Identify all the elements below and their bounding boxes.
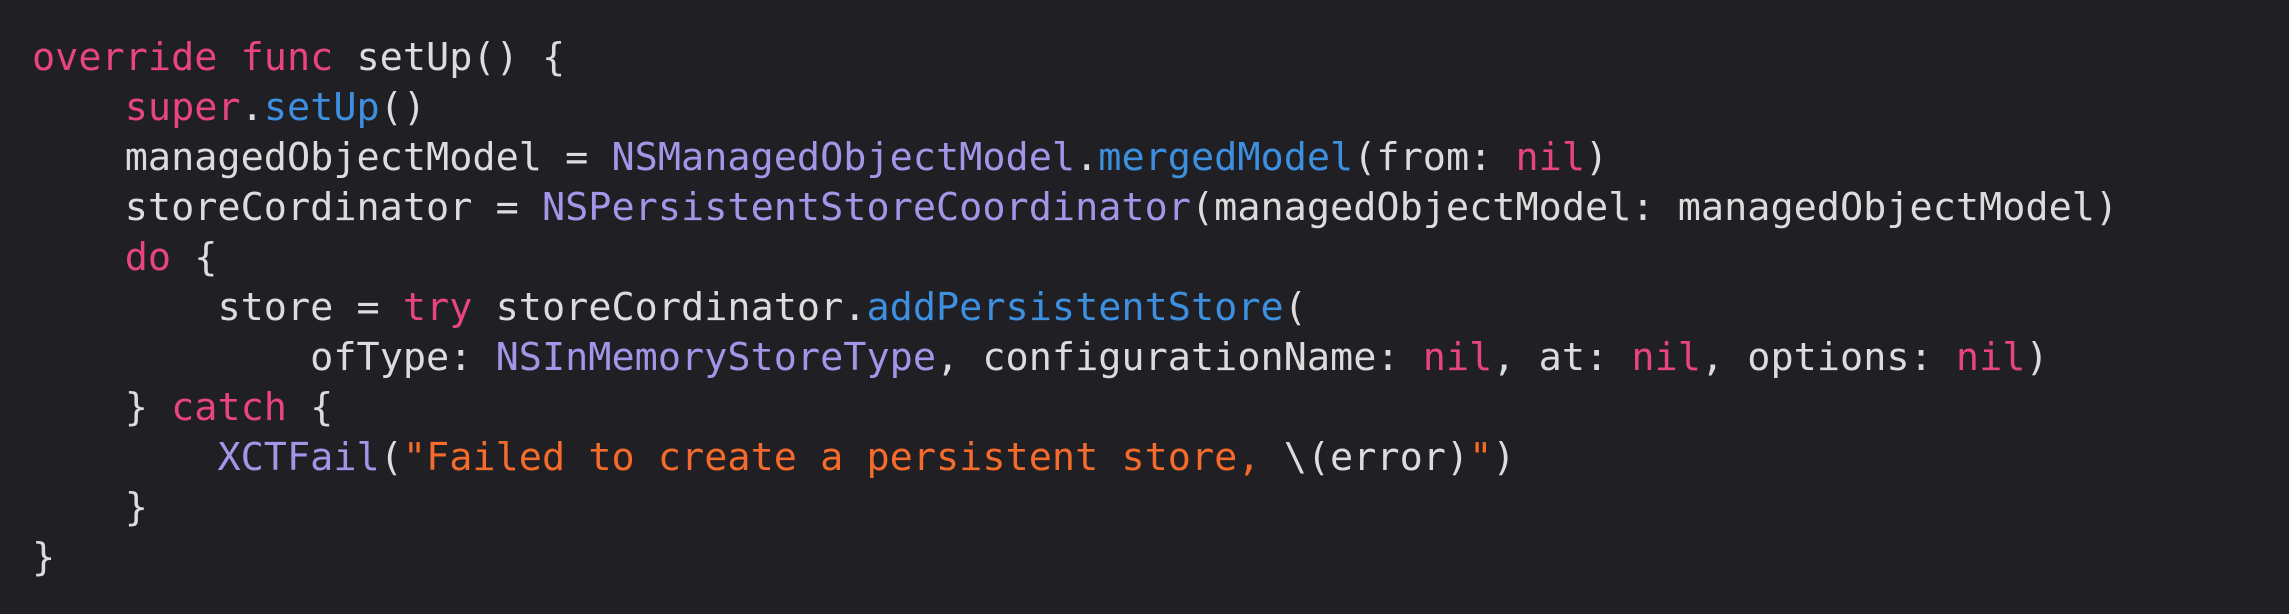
code-line: super.setUp()	[32, 83, 2289, 133]
code-token-kw: try	[402, 285, 473, 330]
code-line: store = try storeCordinator.addPersisten…	[32, 283, 2289, 333]
code-token-plain: (	[1283, 285, 1307, 330]
code-token-plain: )	[2025, 335, 2049, 380]
code-token-plain: {	[171, 235, 218, 280]
code-line: managedObjectModel = NSManagedObjectMode…	[32, 133, 2289, 183]
code-token-plain: setUp() {	[333, 35, 566, 80]
code-token-fn: addPersistentStore	[866, 285, 1284, 330]
code-token-plain: .	[1075, 135, 1099, 180]
code-line: }	[32, 483, 2289, 533]
code-line: XCTFail("Failed to create a persistent s…	[32, 433, 2289, 483]
code-token-plain: (from:	[1353, 135, 1516, 180]
code-token-plain: )	[1492, 435, 1516, 480]
code-line: storeCordinator = NSPersistentStoreCoord…	[32, 183, 2289, 233]
code-token-plain: , options:	[1700, 335, 1956, 380]
code-token-type: NSManagedObjectModel	[611, 135, 1076, 180]
code-token-kw: do	[124, 235, 172, 280]
code-token-kw: super	[124, 85, 241, 130]
code-token-kw: nil	[1515, 135, 1586, 180]
code-token-plain: store =	[217, 285, 403, 330]
code-token-kw: nil	[1955, 335, 2026, 380]
code-line: do {	[32, 233, 2289, 283]
code-token-fn: setUp	[263, 85, 380, 130]
code-line: ofType: NSInMemoryStoreType, configurati…	[32, 333, 2289, 383]
code-token-type: XCTFail	[217, 435, 380, 480]
code-token-kw: nil	[1631, 335, 1701, 380]
code-line: override func setUp() {	[32, 33, 2289, 83]
code-token-plain: storeCordinator.	[472, 285, 867, 330]
code-token-plain: managedObjectModel =	[124, 135, 612, 180]
code-token-plain: }	[32, 535, 56, 580]
code-token-plain: )	[1585, 135, 1609, 180]
code-token-plain: }	[124, 485, 148, 530]
code-token-fn: mergedModel	[1098, 135, 1354, 180]
code-line: } catch {	[32, 383, 2289, 433]
code-token-str: "	[1469, 435, 1493, 480]
code-token-kw: catch	[171, 385, 287, 430]
code-token-plain: ()	[379, 85, 427, 130]
code-token-plain: (	[379, 435, 403, 480]
code-token-kw: nil	[1422, 335, 1493, 380]
code-token-kw: override func	[32, 35, 334, 80]
code-token-type: NSPersistentStoreCoordinator	[541, 185, 1191, 230]
code-token-type: NSInMemoryStoreType	[495, 335, 936, 380]
code-token-plain: .	[240, 85, 264, 130]
code-token-plain: , configurationName:	[936, 335, 1423, 380]
code-token-plain: }	[124, 385, 172, 430]
code-token-plain: , at:	[1492, 335, 1632, 380]
code-token-plain: (managedObjectModel: managedObjectModel)	[1190, 185, 2119, 230]
code-line: }	[32, 533, 2289, 583]
code-token-plain: {	[286, 385, 334, 430]
code-token-plain: storeCordinator =	[124, 185, 542, 230]
code-editor[interactable]: override func setUp() { super.setUp() ma…	[0, 0, 2289, 614]
code-token-str: "Failed to create a persistent store,	[402, 435, 1284, 480]
code-token-plain: ofType:	[310, 335, 496, 380]
code-token-plain: \(error)	[1283, 435, 1470, 480]
